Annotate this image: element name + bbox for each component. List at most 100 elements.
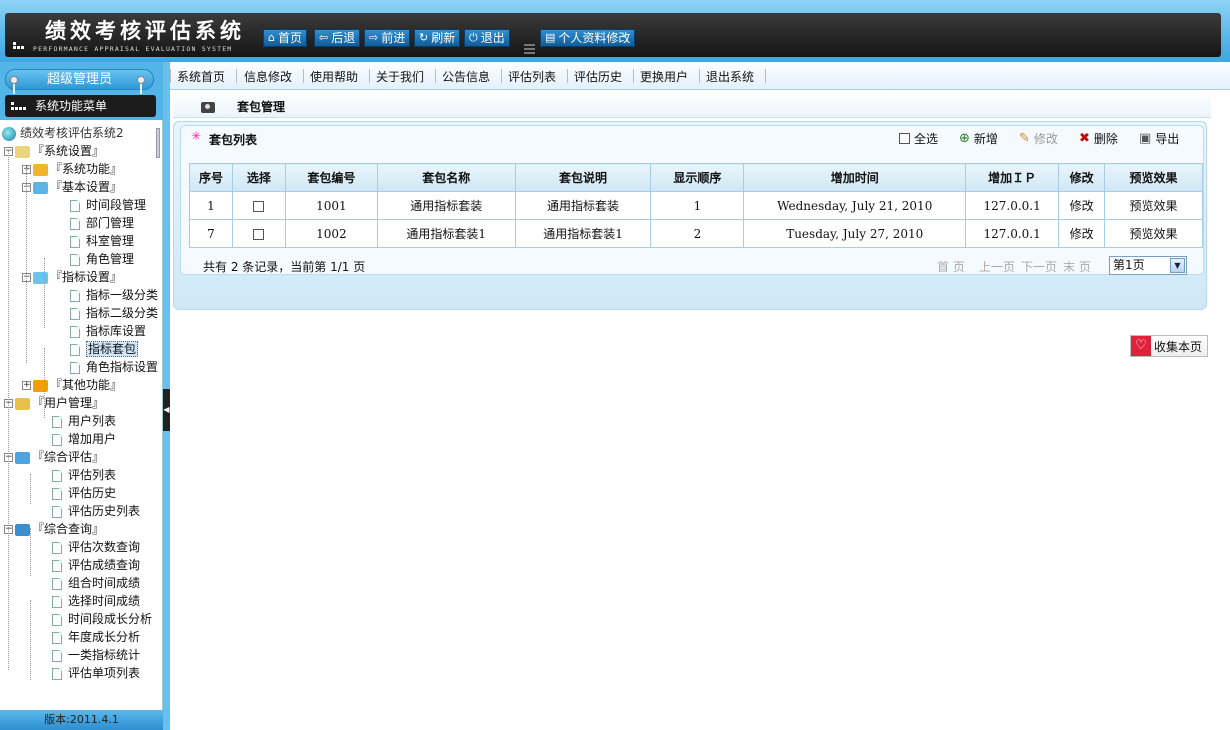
tree-connector bbox=[8, 150, 9, 670]
tree-item[interactable]: 评估列表 bbox=[52, 466, 116, 484]
select-all-checkbox[interactable]: 全选 bbox=[899, 130, 938, 147]
tree-item[interactable]: 时间段成长分析 bbox=[52, 610, 152, 628]
tree-item[interactable]: 评估单项列表 bbox=[52, 664, 140, 680]
tree-item[interactable]: 增加用户 bbox=[52, 430, 116, 448]
document-icon bbox=[52, 487, 62, 500]
tree-item[interactable]: 一类指标统计 bbox=[52, 646, 140, 664]
sidebar-splitter[interactable]: ◀ bbox=[163, 62, 170, 730]
tree-item[interactable]: 时间段管理 bbox=[70, 196, 146, 214]
tree-item[interactable]: 部门管理 bbox=[70, 214, 134, 232]
document-icon bbox=[70, 361, 80, 374]
home-icon: ⌂ bbox=[268, 31, 275, 44]
sidebar-top: 超级管理员 系统功能菜单 bbox=[0, 62, 163, 120]
edit-link[interactable]: 修改 bbox=[1058, 191, 1106, 220]
tree-folder[interactable]: − 『基本设置』 bbox=[22, 178, 122, 196]
edit-profile-button[interactable]: ▤ 个人资料修改 bbox=[540, 29, 636, 47]
tree-item[interactable]: 角色指标设置 bbox=[70, 358, 158, 376]
collapse-sidebar-icon[interactable]: ◀ bbox=[163, 389, 170, 431]
column-header: 预览效果 bbox=[1104, 163, 1203, 192]
tree-item[interactable]: 指标库设置 bbox=[70, 322, 146, 340]
top-menu-item[interactable]: 信息修改 bbox=[244, 68, 292, 85]
tree-item[interactable]: 科室管理 bbox=[70, 232, 134, 250]
add-icon: ⊕ bbox=[959, 131, 970, 146]
tree-connector bbox=[30, 528, 31, 576]
tree-folder[interactable]: + 『系统功能』 bbox=[22, 160, 122, 178]
edit-link[interactable]: 修改 bbox=[1058, 219, 1106, 248]
preview-link[interactable]: 预览效果 bbox=[1104, 219, 1203, 248]
edit-button[interactable]: ✎ 修改 bbox=[1019, 130, 1058, 147]
column-header: 套包编号 bbox=[284, 163, 378, 192]
tree-folder[interactable]: + 『其他功能』 bbox=[22, 376, 122, 394]
delete-button[interactable]: ✖ 删除 bbox=[1079, 130, 1118, 147]
tree-folder[interactable]: − 『系统设置』 bbox=[4, 142, 104, 160]
top-menu-item[interactable]: 系统首页 bbox=[177, 68, 225, 85]
menu-divider bbox=[501, 69, 502, 83]
next-page-link[interactable]: 下一页 bbox=[1021, 258, 1057, 275]
column-header: 增加ＩＰ bbox=[965, 163, 1060, 192]
other-folder-icon bbox=[33, 379, 48, 392]
row-checkbox[interactable] bbox=[253, 200, 265, 212]
tree-scrollbar[interactable] bbox=[156, 128, 160, 158]
menu-divider bbox=[633, 69, 634, 83]
row-checkbox[interactable] bbox=[253, 228, 265, 240]
tree-item[interactable]: 评估成绩查询 bbox=[52, 556, 140, 574]
top-menu-item[interactable]: 更换用户 bbox=[640, 68, 688, 85]
arrow-right-icon: ⇨ bbox=[369, 31, 379, 44]
document-icon bbox=[52, 469, 62, 482]
tree-item[interactable]: 角色管理 bbox=[70, 250, 134, 268]
tree-item[interactable]: 评估历史 bbox=[52, 484, 116, 502]
delete-icon: ✖ bbox=[1079, 131, 1090, 146]
bookmark-page-button[interactable]: ♡ 收集本页 bbox=[1130, 335, 1208, 357]
last-page-link[interactable]: 末 页 bbox=[1063, 258, 1091, 275]
document-icon bbox=[70, 217, 80, 230]
tree-connector bbox=[30, 600, 31, 680]
table-cell: Tuesday, July 27, 2010 bbox=[743, 219, 967, 248]
tree-item[interactable]: 组合时间成绩 bbox=[52, 574, 140, 592]
tree-item[interactable]: 指标套包 bbox=[70, 340, 139, 358]
top-menu-item[interactable]: 退出系统 bbox=[706, 68, 754, 85]
top-menu-item[interactable]: 使用帮助 bbox=[310, 68, 358, 85]
document-icon bbox=[52, 631, 62, 644]
export-button[interactable]: ▣ 导出 bbox=[1139, 130, 1179, 147]
row-select-cell bbox=[231, 219, 286, 248]
forward-button[interactable]: ⇨ 前进 bbox=[364, 29, 411, 47]
top-menu-item[interactable]: 公告信息 bbox=[442, 68, 490, 85]
page-select[interactable]: 第1页 ▼ bbox=[1109, 256, 1187, 275]
preview-link[interactable]: 预览效果 bbox=[1104, 191, 1203, 220]
page-title: 套包管理 bbox=[237, 100, 286, 114]
chevron-down-icon[interactable]: ▼ bbox=[1170, 258, 1185, 273]
tree-item[interactable]: 评估历史列表 bbox=[52, 502, 140, 520]
tree-item[interactable]: 选择时间成绩 bbox=[52, 592, 140, 610]
prev-page-link[interactable]: 上一页 bbox=[979, 258, 1015, 275]
back-button[interactable]: ⇦ 后退 bbox=[314, 29, 361, 47]
refresh-button[interactable]: ↻ 刷新 bbox=[414, 29, 461, 47]
menu-lines-icon bbox=[524, 44, 535, 54]
tree-item[interactable]: 指标一级分类 bbox=[70, 286, 158, 304]
tree-folder[interactable]: − 『用户管理』 bbox=[4, 394, 104, 412]
tree-item[interactable]: 用户列表 bbox=[52, 412, 116, 430]
column-header: 套包说明 bbox=[514, 163, 652, 192]
tree-folder[interactable]: − 『指标设置』 bbox=[22, 268, 122, 286]
first-page-link[interactable]: 首 页 bbox=[937, 258, 965, 275]
top-menu-item[interactable]: 评估列表 bbox=[508, 68, 556, 85]
top-menu-item[interactable]: 关于我们 bbox=[376, 68, 424, 85]
logout-button[interactable]: ⏻ 退出 bbox=[464, 29, 510, 47]
tree-item[interactable]: 评估次数查询 bbox=[52, 538, 140, 556]
package-table: 序号 选择 套包编号 套包名称 套包说明 显示顺序 增加时间 增加ＩＰ 修改 预览效果 1 1001… bbox=[189, 163, 1203, 248]
tree-folder[interactable]: − 『综合查询』 bbox=[4, 520, 104, 538]
save-icon: ▣ bbox=[1139, 131, 1152, 146]
tree-root[interactable]: 绩效考核评估系统2 bbox=[2, 124, 124, 142]
add-button[interactable]: ⊕ 新增 bbox=[959, 130, 998, 147]
list-folder-icon bbox=[33, 181, 48, 194]
tree-folder[interactable]: − 『综合评估』 bbox=[4, 448, 104, 466]
tree-item[interactable]: 年度成长分析 bbox=[52, 628, 140, 646]
search-folder-icon bbox=[15, 523, 30, 536]
home-button[interactable]: ⌂ 首页 bbox=[263, 29, 307, 47]
table-cell: Wednesday, July 21, 2010 bbox=[743, 191, 967, 220]
top-menu-item[interactable]: 评估历史 bbox=[574, 68, 622, 85]
tree-item[interactable]: 指标二级分类 bbox=[70, 304, 158, 322]
document-icon bbox=[70, 343, 80, 356]
document-icon bbox=[52, 541, 62, 554]
document-icon bbox=[70, 325, 80, 338]
expand-icon[interactable]: + bbox=[22, 381, 31, 390]
